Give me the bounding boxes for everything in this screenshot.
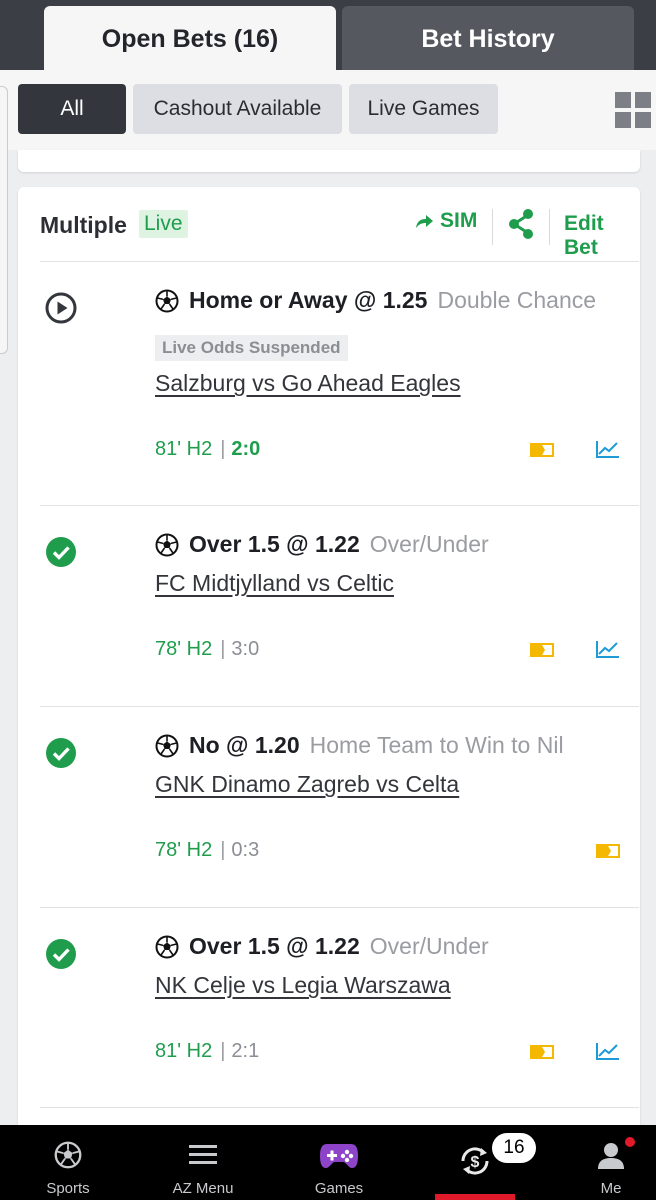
match-score: 0:3 (231, 839, 260, 861)
market-name: Home Team to Win to Nil (309, 732, 564, 758)
tag-icon[interactable] (530, 443, 554, 457)
bet-leg: Home or Away @ 1.25 Double Chance Live O… (18, 262, 640, 505)
soccer-ball-icon (155, 734, 179, 757)
selection-name: Home or Away @ 1.25 (189, 287, 428, 313)
separator: | (220, 839, 226, 861)
selection-line: Over 1.5 @ 1.22 Over/Under (155, 531, 489, 558)
nav-label: AZ Menu (172, 1180, 234, 1197)
play-icon[interactable] (45, 292, 77, 324)
soccer-ball-icon (155, 935, 179, 958)
match-status: 81' H2 | 2:1 (155, 1040, 259, 1063)
tag-icon[interactable] (596, 844, 620, 858)
soccer-ball-icon (155, 533, 179, 556)
nav-label: Sports (46, 1180, 90, 1197)
chart-icon[interactable] (596, 440, 620, 458)
match-score: 2:1 (231, 1040, 260, 1062)
svg-text:$: $ (471, 1154, 480, 1171)
previous-bet-card (18, 150, 640, 172)
live-badge: Live (139, 210, 188, 238)
grid-view-icon[interactable] (615, 92, 651, 128)
check-icon (46, 537, 76, 567)
filter-row: All Cashout Available Live Games (0, 70, 656, 150)
soccer-ball-icon (54, 1141, 82, 1169)
match-score: 2:0 (231, 438, 261, 460)
bet-card-header: Multiple Live SIM Edit Bet (18, 187, 640, 262)
filter-live-games-button[interactable]: Live Games (349, 84, 498, 134)
odds-suspended-badge: Live Odds Suspended (155, 335, 348, 361)
tag-icon[interactable] (530, 643, 554, 657)
nav-label: Games (314, 1180, 364, 1197)
nav-label: Me (600, 1180, 622, 1197)
header-divider (549, 209, 550, 245)
selection-name: No @ 1.20 (189, 732, 300, 758)
event-link[interactable]: Salzburg vs Go Ahead Eagles (155, 370, 461, 397)
notification-dot (625, 1137, 635, 1147)
selection-line: Home or Away @ 1.25 Double Chance (155, 287, 596, 314)
chart-icon[interactable] (596, 640, 620, 658)
separator: | (220, 1040, 226, 1062)
nav-me[interactable]: Me (571, 1125, 651, 1200)
menu-icon (189, 1145, 217, 1164)
nav-games[interactable]: Games (299, 1125, 379, 1200)
selection-name: Over 1.5 @ 1.22 (189, 531, 360, 557)
open-bets-count-badge: 16 (492, 1133, 536, 1163)
gamepad-icon (320, 1144, 358, 1168)
tag-icon[interactable] (530, 1045, 554, 1059)
match-status: 78' H2 | 0:3 (155, 839, 259, 862)
sim-button[interactable]: SIM (414, 209, 477, 233)
bet-leg: No @ 1.20 Home Team to Win to Nil GNK Di… (18, 707, 640, 907)
share-icon[interactable] (507, 208, 535, 240)
separator: | (220, 638, 226, 660)
tab-open-bets[interactable]: Open Bets (16) (44, 6, 336, 70)
match-status: 81' H2 | 2:0 (155, 438, 260, 461)
match-time: 78' H2 (155, 638, 213, 660)
share-arrow-icon (416, 215, 433, 228)
event-link[interactable]: FC Midtjylland vs Celtic (155, 570, 394, 597)
selection-line: Over 1.5 @ 1.22 Over/Under (155, 933, 489, 960)
market-name: Double Chance (437, 287, 597, 313)
match-status: 78' H2 | 3:0 (155, 638, 259, 661)
chart-icon[interactable] (596, 1042, 620, 1060)
leg-divider (40, 1107, 639, 1108)
bet-leg: Over 1.5 @ 1.22 Over/Under FC Midtjyllan… (18, 506, 640, 706)
cashout-icon: $ (461, 1147, 489, 1175)
check-icon (46, 939, 76, 969)
event-link[interactable]: GNK Dinamo Zagreb vs Celta (155, 771, 459, 798)
filter-cashout-available-button[interactable]: Cashout Available (133, 84, 342, 134)
selection-line: No @ 1.20 Home Team to Win to Nil (155, 732, 564, 759)
side-panel-edge (0, 86, 8, 354)
match-time: 78' H2 (155, 839, 213, 861)
edit-bet-button[interactable]: Edit Bet (564, 212, 640, 260)
tab-bet-history[interactable]: Bet History (342, 6, 634, 70)
match-score: 3:0 (231, 638, 260, 660)
check-icon (46, 738, 76, 768)
filter-all-button[interactable]: All (18, 84, 126, 134)
market-name: Over/Under (369, 933, 489, 959)
bets-tabs-bar: Open Bets (16) Bet History (0, 0, 656, 70)
active-tab-indicator (435, 1194, 515, 1200)
header-divider (492, 209, 493, 245)
nav-sports[interactable]: Sports (28, 1125, 108, 1200)
match-time: 81' H2 (155, 438, 213, 460)
selection-name: Over 1.5 @ 1.22 (189, 933, 360, 959)
match-time: 81' H2 (155, 1040, 213, 1062)
event-link[interactable]: NK Celje vs Legia Warszawa (155, 972, 451, 999)
separator: | (220, 438, 226, 460)
market-name: Over/Under (369, 531, 489, 557)
bet-card: Multiple Live SIM Edit Bet Home or Away … (18, 187, 640, 1147)
user-icon (598, 1143, 624, 1169)
nav-az-menu[interactable]: AZ Menu (163, 1125, 243, 1200)
bottom-nav: Sports AZ Menu Games $ Me (0, 1125, 656, 1200)
bet-leg: Over 1.5 @ 1.22 Over/Under NK Celje vs L… (18, 908, 640, 1108)
bet-type-label: Multiple (40, 212, 127, 238)
sim-label: SIM (440, 209, 478, 232)
soccer-ball-icon (155, 289, 179, 312)
